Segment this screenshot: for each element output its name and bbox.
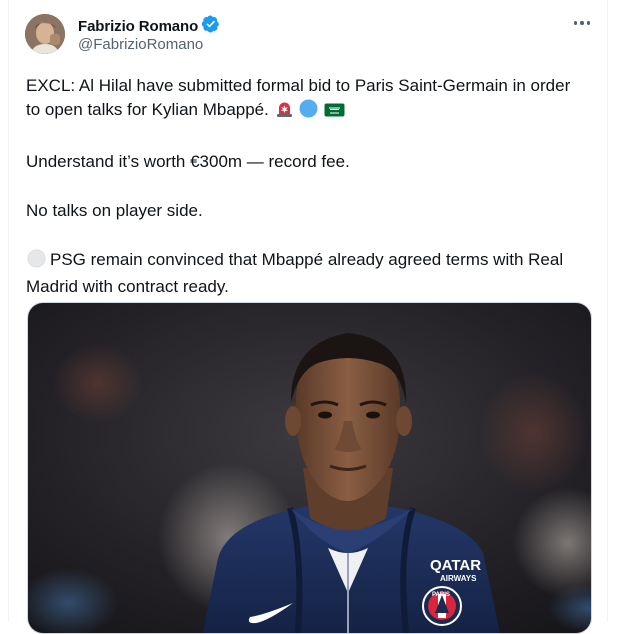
blue-circle-emoji: [299, 99, 318, 125]
author-name-row: Fabrizio Romano: [78, 15, 220, 38]
more-options-icon[interactable]: [571, 16, 593, 30]
author-avatar[interactable]: [25, 14, 65, 54]
tweet-paragraph: Understand it’s worth €300m — record fee…: [26, 152, 350, 171]
tweet-text: EXCL: Al Hilal have submitted formal bid…: [26, 74, 586, 299]
white-circle-emoji: [27, 249, 46, 275]
tweet-paragraph: PSG remain convinced that Mbappé already…: [26, 249, 564, 296]
verified-badge-icon: [202, 15, 220, 38]
tweet-paragraph: No talks on player side.: [26, 201, 203, 220]
tweet-media-photo[interactable]: QATAR AIRWAYS PARIS: [27, 302, 592, 634]
player-photo: QATAR AIRWAYS PARIS: [28, 303, 591, 633]
jersey-sponsor-sub: AIRWAYS: [440, 574, 477, 583]
author-name[interactable]: Fabrizio Romano: [78, 18, 198, 35]
saudi-flag-emoji: [324, 101, 345, 125]
crest-text: PARIS: [432, 592, 450, 598]
tweet-card: Fabrizio Romano @FabrizioRomano EXCL: Al…: [8, 0, 608, 634]
tweet-paragraph: EXCL: Al Hilal have submitted formal bid…: [26, 74, 586, 125]
psg-crest-icon: PARIS: [422, 586, 462, 626]
author-handle[interactable]: @FabrizioRomano: [78, 36, 203, 53]
jersey-sponsor: QATAR: [430, 557, 481, 574]
rotating-light-emoji: [275, 100, 294, 125]
